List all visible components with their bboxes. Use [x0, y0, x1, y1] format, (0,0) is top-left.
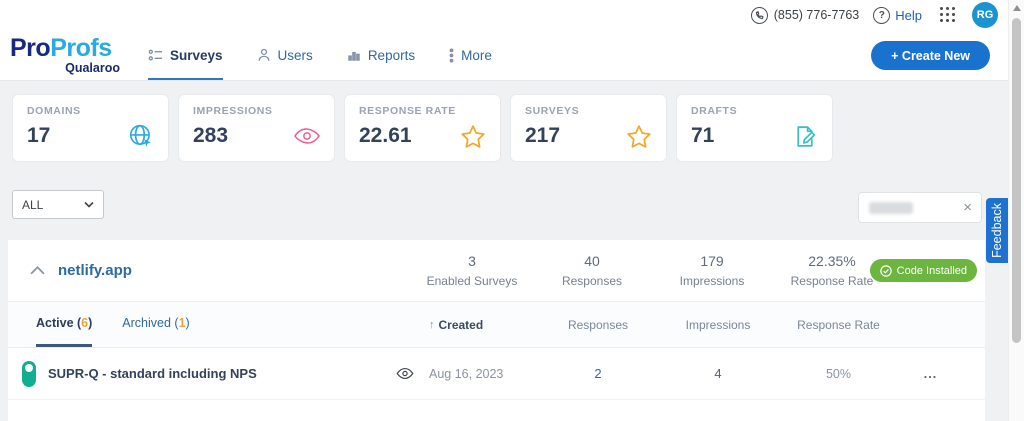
stat-card-surveys: SURVEYS 217: [510, 94, 667, 162]
star-icon: [626, 123, 652, 149]
nav-label: More: [461, 48, 492, 63]
nav-item-reports[interactable]: Reports: [347, 30, 415, 80]
scrollbar-thumb[interactable]: [1012, 18, 1021, 343]
feedback-tab[interactable]: Feedback: [986, 198, 1008, 263]
tab-count: 1: [179, 316, 186, 330]
avatar[interactable]: RG: [972, 2, 998, 28]
create-new-button[interactable]: + Create New: [871, 41, 990, 70]
card-label: DOMAINS: [27, 105, 154, 117]
globe-icon: [128, 123, 154, 149]
collapse-chevron-icon[interactable]: [30, 266, 45, 275]
surveys-icon: [148, 48, 163, 63]
search-redacted-text: [869, 202, 913, 214]
scrollbar[interactable]: [1008, 0, 1024, 421]
nav-item-users[interactable]: Users: [257, 30, 313, 80]
selected-filter-value: ALL: [22, 198, 43, 212]
nav-items: Surveys Users Reports More: [148, 30, 492, 80]
stat-value: 40: [584, 253, 600, 269]
phone-contact[interactable]: (855) 776-7763: [751, 7, 859, 24]
search-clear-icon[interactable]: ×: [963, 199, 972, 216]
scroll-up-button[interactable]: [1013, 5, 1021, 11]
stat-label: Enabled Surveys: [427, 274, 518, 288]
preview-eye-icon[interactable]: [396, 348, 414, 399]
nav-label: Surveys: [170, 48, 223, 63]
stat-card-drafts: DRAFTS 71: [676, 94, 833, 162]
stat-value: 3: [468, 253, 476, 269]
logo-wordmark: ProProfs: [10, 36, 120, 61]
survey-enabled-toggle[interactable]: [22, 361, 36, 387]
top-utility-bar: (855) 776-7763 ? Help RG: [0, 0, 1008, 30]
nav-label: Users: [278, 48, 313, 63]
draft-doc-icon: [792, 123, 818, 149]
eye-icon: [294, 123, 320, 149]
survey-list-header-band: Active (6) Archived (1) ↑ Created Respon…: [8, 302, 985, 348]
reports-icon: [347, 48, 361, 62]
stat-cards-row: DOMAINS 17 IMPRESSIONS 283 RESPONSE RATE…: [12, 94, 833, 162]
nav-item-surveys[interactable]: Surveys: [148, 30, 223, 80]
row-more-menu-button[interactable]: ...: [888, 348, 973, 399]
tab-active-surveys[interactable]: Active (6): [36, 302, 92, 347]
stat-card-domains: DOMAINS 17: [12, 94, 169, 162]
question-icon: ?: [873, 7, 890, 24]
cell-responses-link[interactable]: 2: [528, 348, 668, 399]
survey-name-link[interactable]: SUPR-Q - standard including NPS: [48, 348, 257, 399]
domain-filter-select[interactable]: ALL: [12, 190, 104, 219]
domain-stats: 3 Enabled Surveys 40 Responses 179 Impre…: [412, 240, 892, 301]
tab-label-close: ): [88, 316, 92, 330]
domain-stat-enabled-surveys: 3 Enabled Surveys: [412, 240, 532, 301]
feedback-tab-label: Feedback: [990, 203, 1004, 258]
sort-ascending-icon: ↑: [429, 319, 435, 331]
tab-label: Active (: [36, 316, 81, 330]
logo-subtitle: Qualaroo: [10, 62, 120, 75]
apps-grid-icon[interactable]: [940, 7, 956, 23]
nav-label: Reports: [368, 48, 415, 63]
column-header-created[interactable]: ↑ Created: [429, 302, 529, 347]
tab-archived-surveys[interactable]: Archived (1): [122, 302, 189, 347]
code-installed-badge: Code Installed: [870, 259, 977, 282]
domain-summary-row: netlify.app 3 Enabled Surveys 40 Respons…: [8, 240, 985, 302]
tab-label-close: ): [186, 316, 190, 330]
main-nav-bar: ProProfs Qualaroo Surveys Users Reports …: [0, 30, 1008, 81]
tab-label: Archived (: [122, 316, 178, 330]
help-button[interactable]: ? Help: [873, 7, 922, 24]
domain-stat-impressions: 179 Impressions: [652, 240, 772, 301]
chevron-down-icon: [84, 201, 94, 208]
help-label: Help: [895, 8, 922, 23]
star-icon: [460, 123, 486, 149]
app-window: (855) 776-7763 ? Help RG ProProfs Qualar…: [0, 0, 1024, 421]
domain-panel: netlify.app 3 Enabled Surveys 40 Respons…: [8, 240, 985, 421]
stat-card-impressions: IMPRESSIONS 283: [178, 94, 335, 162]
card-label: RESPONSE RATE: [359, 105, 486, 117]
proprofs-logo[interactable]: ProProfs Qualaroo: [10, 36, 120, 75]
column-header-response-rate[interactable]: Response Rate: [766, 302, 911, 347]
check-circle-icon: [880, 265, 892, 277]
nav-item-more[interactable]: More: [449, 30, 492, 80]
badge-label: Code Installed: [897, 265, 967, 277]
stat-label: Response Rate: [791, 274, 874, 288]
stat-card-response-rate: RESPONSE RATE 22.61: [344, 94, 501, 162]
column-header-responses[interactable]: Responses: [528, 302, 668, 347]
stat-label: Responses: [562, 274, 622, 288]
domain-name-link[interactable]: netlify.app: [58, 262, 132, 279]
card-label: IMPRESSIONS: [193, 105, 320, 117]
domain-stat-responses: 40 Responses: [532, 240, 652, 301]
search-input[interactable]: ×: [858, 192, 982, 223]
stat-label: Impressions: [680, 274, 745, 288]
stat-value: 22.35%: [808, 253, 855, 269]
cell-created-date: Aug 16, 2023: [429, 348, 529, 399]
stat-value: 179: [700, 253, 723, 269]
survey-table-row: SUPR-Q - standard including NPS Aug 16, …: [8, 348, 985, 400]
users-icon: [257, 48, 271, 62]
card-label: DRAFTS: [691, 105, 818, 117]
more-dots-icon: [449, 48, 454, 63]
phone-number: (855) 776-7763: [774, 8, 859, 22]
card-label: SURVEYS: [525, 105, 652, 117]
header-label: Created: [439, 318, 484, 332]
tab-count: 6: [81, 316, 88, 330]
phone-icon: [751, 7, 768, 24]
